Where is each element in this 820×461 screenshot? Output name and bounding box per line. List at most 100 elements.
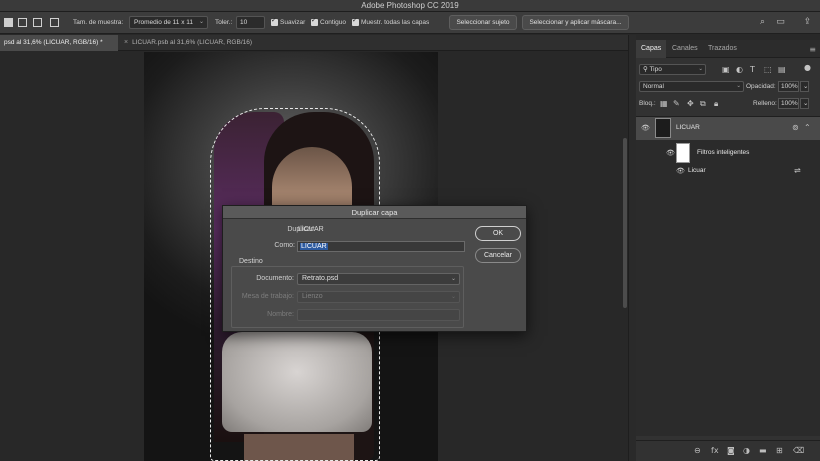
lock-all-icon[interactable]: 🔒︎ [714, 99, 718, 109]
dialog-title: Duplicar capa [223, 206, 526, 219]
intersect-selection-icon[interactable] [50, 18, 59, 27]
duplicate-layer-dialog: Duplicar capa Duplicar: LICUAR Como: LIC… [222, 205, 527, 332]
as-label: Como: [274, 242, 295, 249]
name-input[interactable] [297, 309, 460, 321]
lock-label: Bloq.: [639, 100, 656, 107]
cancel-button[interactable]: Cancelar [475, 248, 521, 263]
close-icon[interactable]: × [124, 39, 128, 46]
fill-input[interactable]: 100% [778, 98, 799, 109]
layer-name[interactable]: LICUAR [676, 124, 700, 131]
layers-bottom-toolbar: ⊖ fx ◙ ◑ ▬ ⊞ ⌫ [636, 440, 820, 461]
adjustment-filter-icon[interactable]: ◐ [736, 65, 743, 75]
search-icon[interactable]: ⌕ [757, 17, 768, 28]
visibility-eye-icon[interactable]: 👁︎ [676, 167, 685, 175]
tab-channels[interactable]: Canales [667, 40, 703, 58]
name-label: Nombre: [267, 311, 294, 318]
artboard-select[interactable]: Lienzo ⌄ [297, 291, 460, 303]
sample-all-layers-checkbox[interactable] [352, 16, 359, 26]
layer-name: Filtros inteligentes [697, 149, 750, 156]
destination-legend: Destino [236, 258, 266, 265]
antialias-label: Suavizar [280, 19, 306, 26]
chevron-down-icon: ⌄ [736, 83, 741, 89]
trash-icon[interactable]: ⌫ [793, 446, 804, 456]
fx-icon[interactable]: fx [711, 446, 719, 456]
panel-dock [628, 35, 636, 461]
tab-label: LICUAR.psb al 31,6% (LICUAR, RGB/16) [132, 39, 253, 46]
new-selection-icon[interactable] [4, 18, 13, 27]
app-title: Adobe Photoshop CC 2019 [361, 1, 459, 10]
tab-layers[interactable]: Capas [636, 40, 667, 58]
fill-label: Relleno: [753, 100, 777, 107]
smart-object-filter-icon[interactable]: ▤ [778, 65, 786, 75]
lock-transparency-icon[interactable]: ▦ [660, 99, 668, 109]
lock-image-icon[interactable]: ✎ [673, 99, 680, 109]
chevron-down-icon: ⌄ [803, 100, 809, 107]
visibility-eye-icon[interactable]: 👁︎ [641, 124, 650, 132]
sample-all-layers-label: Muestr. todas las capas [361, 19, 430, 26]
adjustment-layer-icon[interactable]: ◑ [743, 446, 750, 456]
new-layer-icon[interactable]: ⊞ [776, 446, 783, 456]
subtract-selection-icon[interactable] [33, 18, 42, 27]
tolerance-label: Toler.: [215, 19, 233, 26]
antialias-checkbox[interactable] [271, 16, 278, 26]
filter-toggle-icon[interactable]: ● [804, 63, 811, 73]
lock-row: Bloq.: ▦ ✎ ✥ ⧉ 🔒︎ Relleno: 100% ⌄ [636, 97, 820, 113]
document-tabs: psd al 31,6% (LICUAR, RGB/16) * × LICUAR.… [0, 35, 628, 51]
ok-button[interactable]: OK [475, 226, 521, 241]
layer-row-liquify-filter[interactable]: 👁︎ Licuar ⇌ [636, 164, 820, 178]
smart-object-icon: ⊚ [792, 123, 799, 132]
filter-options-icon[interactable]: ⇌ [794, 166, 801, 176]
chevron-down-icon: ⌄ [198, 19, 204, 25]
lock-artboard-icon[interactable]: ⧉ [700, 99, 706, 109]
chevron-down-icon: ⌄ [450, 294, 456, 300]
tab-licuar-psb[interactable]: × LICUAR.psb al 31,6% (LICUAR, RGB/16) [120, 35, 256, 51]
layers-list: 👁︎ LICUAR ⊚ ⌃ 👁︎ Filtros inteligentes 👁︎… [636, 116, 820, 436]
layer-row-smart-filters[interactable]: 👁︎ Filtros inteligentes [636, 142, 820, 164]
select-and-mask-button[interactable]: Seleccionar y aplicar máscara... [522, 15, 629, 30]
panel-tabs: Capas Canales Trazados ≡ [636, 40, 820, 58]
contiguous-checkbox[interactable] [311, 16, 318, 26]
document-select[interactable]: Retrato.psd ⌄ [297, 273, 460, 285]
tolerance-input[interactable]: 10 [236, 16, 265, 29]
pixel-filter-icon[interactable]: ▣ [722, 65, 730, 75]
collapse-chevron-icon[interactable]: ⌃ [804, 123, 811, 133]
share-icon[interactable]: ⇪ [802, 17, 813, 28]
vertical-scrollbar[interactable] [623, 138, 627, 308]
add-selection-icon[interactable] [18, 18, 27, 27]
title-bar: Adobe Photoshop CC 2019 [0, 0, 820, 12]
artboard-value: Lienzo [302, 293, 323, 300]
workspace-icon[interactable]: ▭ [775, 17, 786, 28]
blend-mode-value: Normal [643, 83, 664, 90]
sample-size-label: Tam. de muestra: [73, 19, 124, 26]
panel-menu-icon[interactable]: ≡ [809, 45, 816, 54]
tab-label: psd al 31,6% (LICUAR, RGB/16) * [4, 39, 103, 46]
new-group-icon[interactable]: ▬ [759, 446, 767, 456]
tab-paths[interactable]: Trazados [703, 40, 742, 58]
layer-row-licuar[interactable]: 👁︎ LICUAR ⊚ ⌃ [636, 117, 820, 140]
shape-filter-icon[interactable]: ⬚ [764, 65, 772, 75]
type-filter-icon[interactable]: T [750, 65, 755, 75]
filter-select[interactable]: ⚲ Tipo ⌄ [639, 64, 706, 75]
layer-name: Licuar [688, 167, 706, 174]
sample-size-select[interactable]: Promedio de 11 x 11 ⌄ [129, 16, 208, 29]
tab-retrato[interactable]: psd al 31,6% (LICUAR, RGB/16) * [0, 35, 118, 51]
artboard-label: Mesa de trabajo: [241, 293, 294, 300]
contiguous-label: Contiguo [320, 19, 347, 26]
link-layers-icon[interactable]: ⊖ [694, 446, 701, 456]
filter-row: ⚲ Tipo ⌄ ▣ ◐ T ⬚ ▤ ● [636, 63, 820, 79]
add-mask-icon[interactable]: ◙ [727, 446, 735, 456]
fill-dropdown[interactable]: ⌄ [800, 98, 809, 109]
blend-mode-select[interactable]: Normal ⌄ [639, 81, 744, 92]
select-subject-button[interactable]: Seleccionar sujeto [449, 15, 517, 30]
lock-position-icon[interactable]: ✥ [687, 99, 694, 109]
document-value: Retrato.psd [302, 275, 339, 282]
options-bar: Tam. de muestra: Promedio de 11 x 11 ⌄ T… [0, 12, 820, 34]
opacity-input[interactable]: 100% [778, 81, 799, 92]
as-name-input[interactable]: LICUAR [297, 241, 465, 252]
filter-mask-thumbnail [676, 143, 690, 163]
visibility-eye-icon[interactable]: 👁︎ [666, 149, 675, 157]
blend-row: Normal ⌄ Opacidad: 100% ⌄ [636, 80, 820, 96]
layer-thumbnail [655, 118, 671, 138]
filter-value: Tipo [649, 66, 662, 73]
opacity-dropdown[interactable]: ⌄ [800, 81, 809, 92]
